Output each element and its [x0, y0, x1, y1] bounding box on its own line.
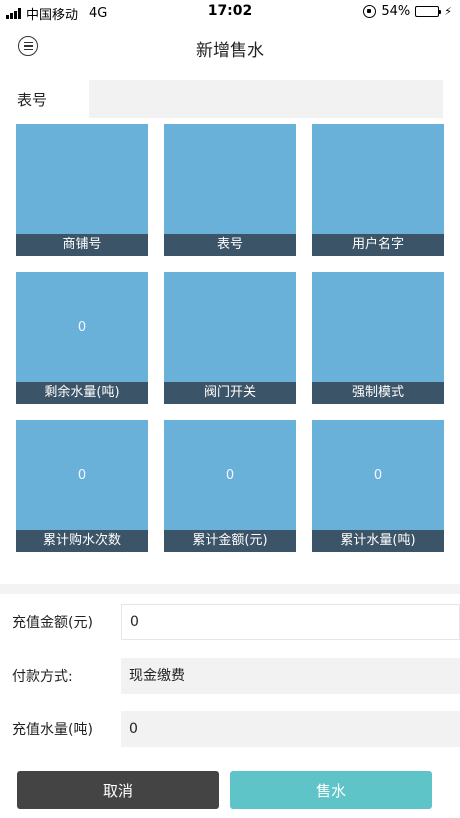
tile-caption: 用户名字	[312, 234, 444, 256]
tile-valve-switch: 阀门开关	[164, 272, 296, 404]
tile-total-amount: 0 累计金额(元)	[164, 420, 296, 552]
tile-caption: 累计金额(元)	[164, 530, 296, 552]
recharge-volume-label: 充值水量(吨)	[12, 722, 93, 738]
battery-percent: 54%	[381, 4, 411, 19]
section-divider	[0, 584, 460, 594]
page-title: 新增售水	[196, 41, 264, 61]
recharge-amount-input[interactable]	[121, 604, 460, 640]
meter-row: 表号	[0, 80, 460, 118]
payment-method-label: 付款方式:	[12, 669, 73, 685]
status-right: 54% ⚡	[363, 4, 452, 19]
tile-caption: 强制模式	[312, 382, 444, 404]
recharge-amount-row: 充值金额(元)	[0, 604, 460, 640]
tile-remaining-water: 0 剩余水量(吨)	[16, 272, 148, 404]
recharge-volume-field: 0	[121, 711, 460, 747]
battery-icon	[415, 6, 442, 17]
meter-number-input[interactable]	[89, 80, 443, 118]
tile-caption: 商铺号	[16, 234, 148, 256]
payment-method-select[interactable]: 现金缴费	[121, 658, 460, 694]
tile-caption: 累计水量(吨)	[312, 530, 444, 552]
tile-caption: 表号	[164, 234, 296, 256]
tile-value: 0	[225, 468, 235, 483]
tile-shop-number: 商铺号	[16, 124, 148, 256]
tile-meter-number: 表号	[164, 124, 296, 256]
nav-bar: 新增售水	[0, 28, 460, 68]
tile-force-mode: 强制模式	[312, 272, 444, 404]
tile-caption: 阀门开关	[164, 382, 296, 404]
tile-purchase-count: 0 累计购水次数	[16, 420, 148, 552]
tile-caption: 剩余水量(吨)	[16, 382, 148, 404]
tile-value: 0	[77, 320, 87, 335]
payment-method-row: 付款方式: 现金缴费	[0, 658, 460, 694]
status-bar: 中国移动 4G 17:02 54% ⚡	[0, 0, 460, 24]
tile-value: 0	[373, 468, 383, 483]
recharge-volume-row: 充值水量(吨) 0	[0, 711, 460, 747]
tile-caption: 累计购水次数	[16, 530, 148, 552]
tile-user-name: 用户名字	[312, 124, 444, 256]
cancel-button[interactable]: 取消	[17, 771, 219, 809]
tile-total-water: 0 累计水量(吨)	[312, 420, 444, 552]
sell-water-button[interactable]: 售水	[230, 771, 432, 809]
charging-icon: ⚡	[444, 5, 452, 18]
meter-label: 表号	[17, 91, 48, 109]
rotation-lock-icon	[363, 5, 377, 18]
tile-value: 0	[77, 468, 87, 483]
recharge-amount-label: 充值金额(元)	[12, 615, 93, 631]
